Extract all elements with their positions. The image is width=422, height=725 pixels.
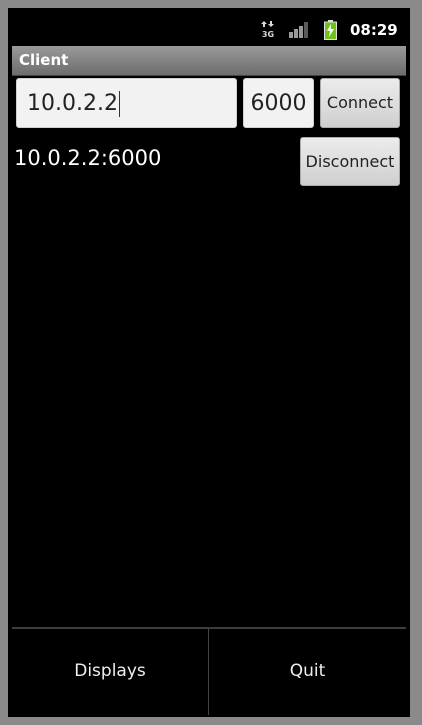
host-input-value: 10.0.2.2 — [27, 91, 118, 116]
status-clock: 08:29 — [350, 21, 398, 39]
device-screen: 3G 08:29 Client 10.0.2.2 6000 Connect 10… — [8, 8, 410, 717]
svg-text:3G: 3G — [262, 30, 274, 38]
signal-bars-icon — [289, 22, 311, 38]
text-cursor — [118, 91, 120, 117]
data-arrows-3g-icon: 3G — [260, 21, 276, 39]
connect-button[interactable]: Connect — [320, 78, 400, 128]
app-title: Client — [19, 51, 69, 69]
port-input[interactable]: 6000 — [243, 78, 314, 128]
battery-charging-icon — [324, 20, 337, 40]
status-bar: 3G 08:29 — [8, 8, 410, 42]
port-input-value: 6000 — [250, 91, 307, 116]
quit-button[interactable]: Quit — [209, 629, 406, 715]
disconnect-button[interactable]: Disconnect — [300, 137, 400, 186]
app-title-bar: Client — [12, 46, 406, 76]
connected-address-label: 10.0.2.2:6000 — [14, 146, 162, 170]
bottom-button-bar: Displays Quit — [12, 627, 406, 717]
host-input[interactable]: 10.0.2.2 — [16, 78, 237, 128]
displays-button[interactable]: Displays — [12, 629, 209, 715]
